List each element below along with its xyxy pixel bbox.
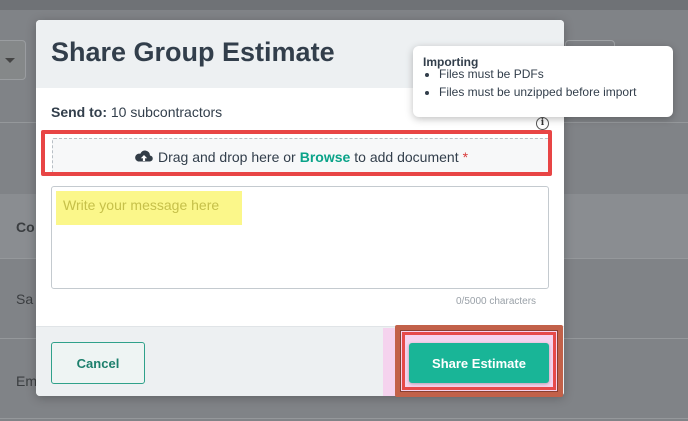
share-button-annotation-inner [402, 332, 556, 390]
background-row-cell: Sa [16, 291, 34, 307]
send-to-value: 10 subcontractors [110, 104, 223, 120]
share-button-annotation-box [395, 325, 563, 397]
background-topbar [0, 0, 688, 10]
info-icon[interactable]: i [536, 117, 549, 130]
divider [0, 418, 688, 419]
tooltip-item: Files must be unzipped before import [439, 83, 636, 101]
background-row-cell: Em [16, 373, 37, 389]
send-to: Send to: 10 subcontractors [51, 104, 222, 120]
message-textarea[interactable]: Write your message here [51, 186, 549, 289]
importing-tooltip: Importing Files must be PDFs Files must … [413, 46, 673, 117]
message-placeholder: Write your message here [63, 197, 220, 213]
dropzone-annotation-box [41, 130, 552, 176]
caret-down-icon [5, 58, 15, 63]
tooltip-list: Files must be PDFs Files must be unzippe… [425, 65, 636, 101]
cancel-button[interactable]: Cancel [51, 342, 145, 384]
background-column-header: Co [16, 219, 35, 235]
tooltip-item: Files must be PDFs [439, 65, 636, 83]
modal-title: Share Group Estimate [51, 37, 335, 67]
background-dropdown [0, 40, 26, 80]
character-count: 0/5000 characters [456, 296, 537, 307]
send-to-label: Send to: [51, 104, 107, 120]
